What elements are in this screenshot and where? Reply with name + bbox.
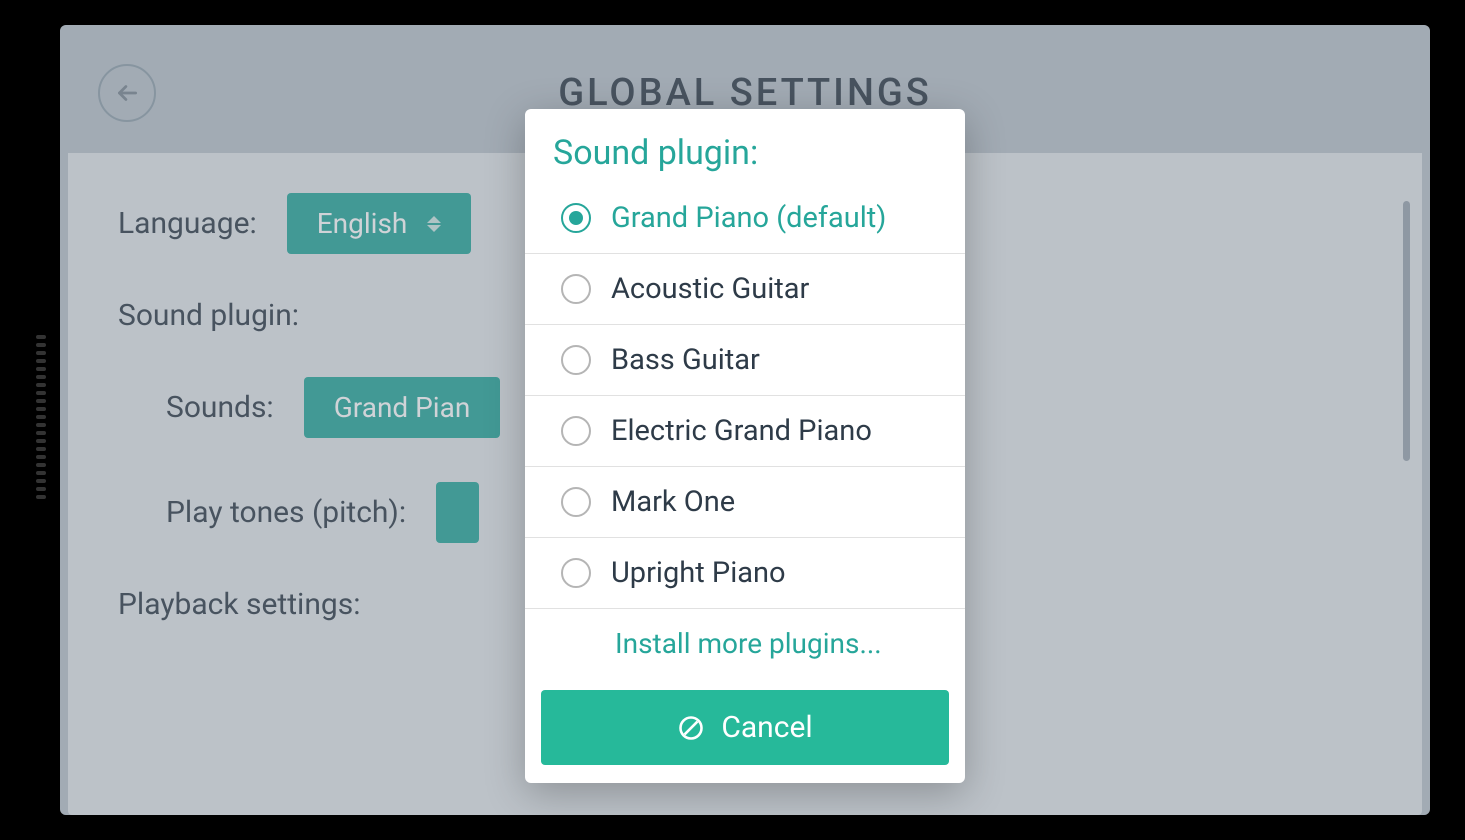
sound-plugin-option-label: Upright Piano <box>611 556 786 590</box>
sound-plugin-option-label: Acoustic Guitar <box>611 272 809 306</box>
play-tones-label: Play tones (pitch): <box>166 495 406 530</box>
sounds-dropdown[interactable]: Grand Pian <box>304 377 501 438</box>
device-frame: GLOBAL SETTINGS Language: English Sound … <box>0 0 1465 840</box>
radio-icon <box>561 558 591 588</box>
sounds-value: Grand Pian <box>334 391 471 424</box>
sound-plugin-option-list: Grand Piano (default) Acoustic Guitar Bass… <box>525 183 965 609</box>
sounds-label: Sounds: <box>166 390 274 425</box>
sound-plugin-option[interactable]: Upright Piano <box>525 538 965 609</box>
language-label: Language: <box>118 206 257 241</box>
sound-plugin-option[interactable]: Mark One <box>525 467 965 538</box>
sound-plugin-option-label: Grand Piano (default) <box>611 201 886 235</box>
cancel-button[interactable]: Cancel <box>541 690 949 765</box>
install-more-plugins-link[interactable]: Install more plugins... <box>525 609 965 678</box>
sound-plugin-option[interactable]: Electric Grand Piano <box>525 396 965 467</box>
play-tones-dropdown[interactable] <box>436 482 479 543</box>
dropdown-caret-icon <box>427 216 441 232</box>
radio-icon <box>561 345 591 375</box>
speaker-grille <box>36 335 46 505</box>
scrollbar[interactable] <box>1403 201 1410 461</box>
cancel-icon <box>677 714 705 742</box>
language-value: English <box>317 207 408 240</box>
radio-icon <box>561 203 591 233</box>
play-tones-value <box>454 496 461 529</box>
modal-title: Sound plugin: <box>525 119 965 183</box>
radio-icon <box>561 416 591 446</box>
sound-plugin-option[interactable]: Bass Guitar <box>525 325 965 396</box>
language-dropdown[interactable]: English <box>287 193 472 254</box>
back-arrow-icon <box>114 80 140 106</box>
sound-plugin-option-label: Mark One <box>611 485 735 519</box>
screen: GLOBAL SETTINGS Language: English Sound … <box>60 25 1430 815</box>
sound-plugin-option[interactable]: Grand Piano (default) <box>525 183 965 254</box>
sound-plugin-option-label: Electric Grand Piano <box>611 414 872 448</box>
sound-plugin-option-label: Bass Guitar <box>611 343 760 377</box>
radio-icon <box>561 274 591 304</box>
sound-plugin-modal: Sound plugin: Grand Piano (default) Acous… <box>525 109 965 783</box>
cancel-label: Cancel <box>721 710 812 745</box>
radio-icon <box>561 487 591 517</box>
sound-plugin-option[interactable]: Acoustic Guitar <box>525 254 965 325</box>
back-button[interactable] <box>98 64 156 122</box>
